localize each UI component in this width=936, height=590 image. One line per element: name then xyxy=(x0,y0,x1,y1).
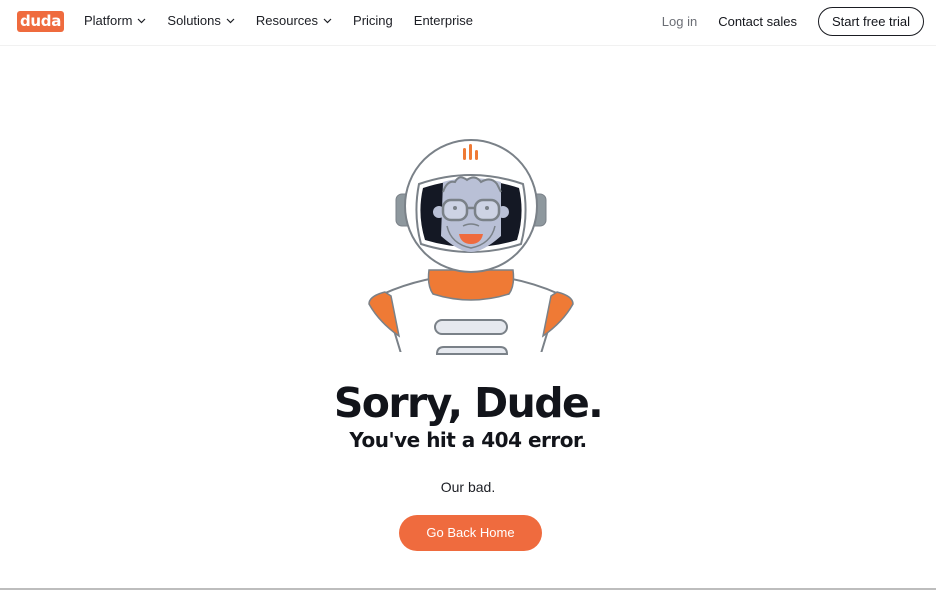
error-title: Sorry, Dude. xyxy=(333,379,604,427)
site-header: duda Platform Solutions Resources Pricin… xyxy=(0,0,936,46)
error-message: Our bad. xyxy=(440,479,496,495)
chevron-down-icon xyxy=(226,18,235,24)
start-free-trial-button[interactable]: Start free trial xyxy=(817,7,924,36)
nav-solutions[interactable]: Solutions xyxy=(167,13,235,28)
error-subtitle: You've hit a 404 error. xyxy=(349,428,587,452)
astronaut-icon xyxy=(363,139,579,361)
page: duda Platform Solutions Resources Pricin… xyxy=(0,0,936,590)
chevron-down-icon xyxy=(137,18,146,24)
nav-platform-label: Platform xyxy=(84,13,133,28)
nav-platform[interactable]: Platform xyxy=(84,13,146,28)
contact-sales-link[interactable]: Contact sales xyxy=(718,14,797,29)
nav-solutions-label: Solutions xyxy=(167,13,221,28)
chevron-down-icon xyxy=(323,18,332,24)
nav-resources-label: Resources xyxy=(255,13,319,28)
nav-pricing-label: Pricing xyxy=(353,13,393,28)
duda-logo[interactable]: duda xyxy=(17,11,64,32)
login-link[interactable]: Log in xyxy=(662,14,697,29)
go-back-home-button[interactable]: Go Back Home xyxy=(399,515,542,551)
main-nav: Platform Solutions Resources Pricing Ent… xyxy=(84,13,494,28)
nav-pricing[interactable]: Pricing xyxy=(353,13,393,28)
astronaut-illustration xyxy=(363,136,579,361)
header-actions: Log in Contact sales Start free trial xyxy=(662,7,924,36)
nav-enterprise-label: Enterprise xyxy=(413,13,474,28)
nav-enterprise[interactable]: Enterprise xyxy=(414,13,473,28)
nav-resources[interactable]: Resources xyxy=(256,13,332,28)
